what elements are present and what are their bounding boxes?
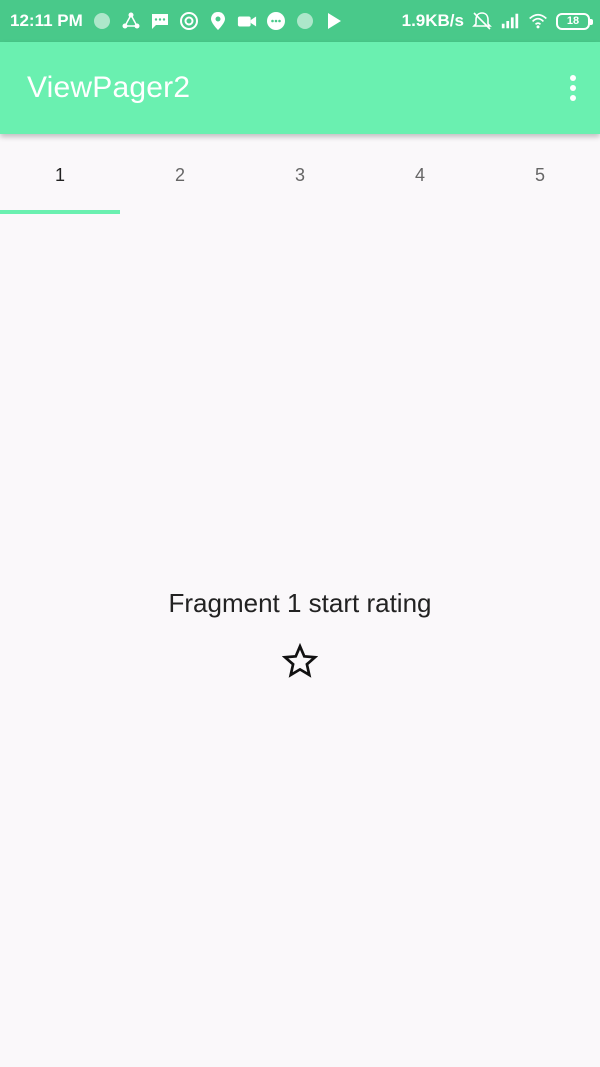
wifi-icon	[528, 11, 548, 31]
tab-2[interactable]: 2	[120, 134, 240, 216]
tab-label: 5	[534, 164, 545, 185]
tab-label: 4	[414, 164, 425, 185]
tab-1[interactable]: 1	[0, 134, 120, 216]
tab-3[interactable]: 3	[240, 134, 360, 216]
fragment-content: Fragment 1 start rating	[0, 216, 600, 1067]
alarm-off-icon	[472, 11, 492, 31]
message-icon	[150, 11, 170, 31]
tab-label: 3	[294, 164, 305, 185]
status-bar: 12:11 PM 1.9KB/s 18	[0, 0, 600, 42]
tab-5[interactable]: 5	[480, 134, 600, 216]
battery-icon: 18	[556, 12, 593, 30]
video-icon	[237, 11, 257, 31]
net-speed: 1.9KB/s	[401, 11, 464, 30]
share-icon	[121, 11, 141, 31]
tab-label: 1	[54, 164, 65, 185]
tab-label: 2	[174, 164, 185, 185]
chat-icon	[266, 11, 286, 31]
signal-icon	[500, 11, 520, 31]
play-store-icon	[324, 11, 344, 31]
status-time: 12:11 PM	[10, 11, 83, 30]
circle-icon	[295, 11, 315, 31]
location-icon	[208, 11, 228, 31]
circle-icon	[92, 11, 112, 31]
app-title: ViewPager2	[27, 71, 191, 104]
tab-4[interactable]: 4	[360, 134, 480, 216]
fragment-title: Fragment 1 start rating	[168, 588, 432, 618]
settings-icon	[179, 11, 199, 31]
tab-bar: 1 2 3 4 5	[0, 134, 600, 216]
more-vert-icon[interactable]	[563, 68, 583, 108]
app-bar: ViewPager2	[0, 42, 600, 134]
star-outline-icon[interactable]	[282, 643, 318, 679]
